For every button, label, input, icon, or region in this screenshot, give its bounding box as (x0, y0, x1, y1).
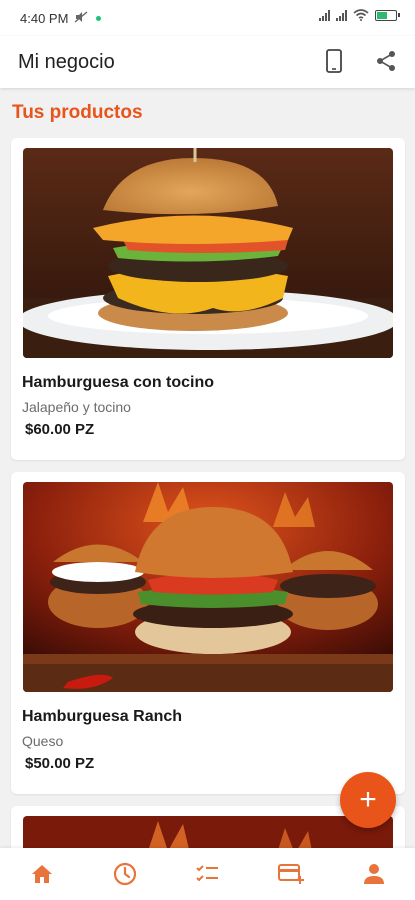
phone-icon (326, 49, 342, 73)
signal-1-icon (319, 9, 330, 21)
checklist-icon (195, 865, 218, 882)
product-price: $60.00 PZ (25, 421, 95, 438)
add-icon: + (359, 783, 377, 816)
share-button[interactable] (371, 46, 401, 76)
section-title: Tus productos (12, 102, 143, 123)
clock-icon (113, 862, 136, 886)
person-icon (363, 864, 384, 884)
page-title: Mi negocio (18, 50, 115, 73)
home-icon (31, 865, 52, 883)
status-time: 4:40 PM (20, 10, 69, 26)
product-description: Queso (22, 733, 64, 749)
product-description: Jalapeño y tocino (22, 399, 131, 415)
nav-profile[interactable] (354, 854, 394, 894)
app-bar: Mi negocio (0, 36, 415, 88)
battery-icon (375, 9, 400, 21)
product-card[interactable]: Hamburguesa con tocino Jalapeño y tocino… (11, 138, 405, 460)
nav-history[interactable] (105, 854, 145, 894)
add-product-button[interactable]: + (340, 772, 396, 828)
product-name: Hamburguesa con tocino (22, 374, 215, 391)
nav-tasks[interactable] (188, 854, 228, 894)
nav-home[interactable] (22, 854, 62, 894)
notification-dot-icon (96, 15, 102, 21)
share-icon (377, 51, 395, 71)
phone-button[interactable] (319, 46, 349, 76)
product-name: Hamburguesa Ranch (22, 708, 183, 725)
bottom-navigation (0, 848, 415, 900)
bacon-burger-photo (23, 148, 393, 358)
mute-icon (74, 10, 88, 26)
wifi-icon (353, 9, 369, 21)
status-bar: 4:40 PM (0, 0, 415, 36)
product-price: $50.00 PZ (25, 755, 95, 772)
signal-2-icon (336, 9, 347, 21)
card-add-icon (277, 864, 304, 884)
product-card[interactable]: Hamburguesa Ranch Queso $50.00 PZ (11, 472, 405, 794)
nav-payments[interactable] (271, 854, 311, 894)
ranch-burgers-photo (23, 482, 393, 692)
